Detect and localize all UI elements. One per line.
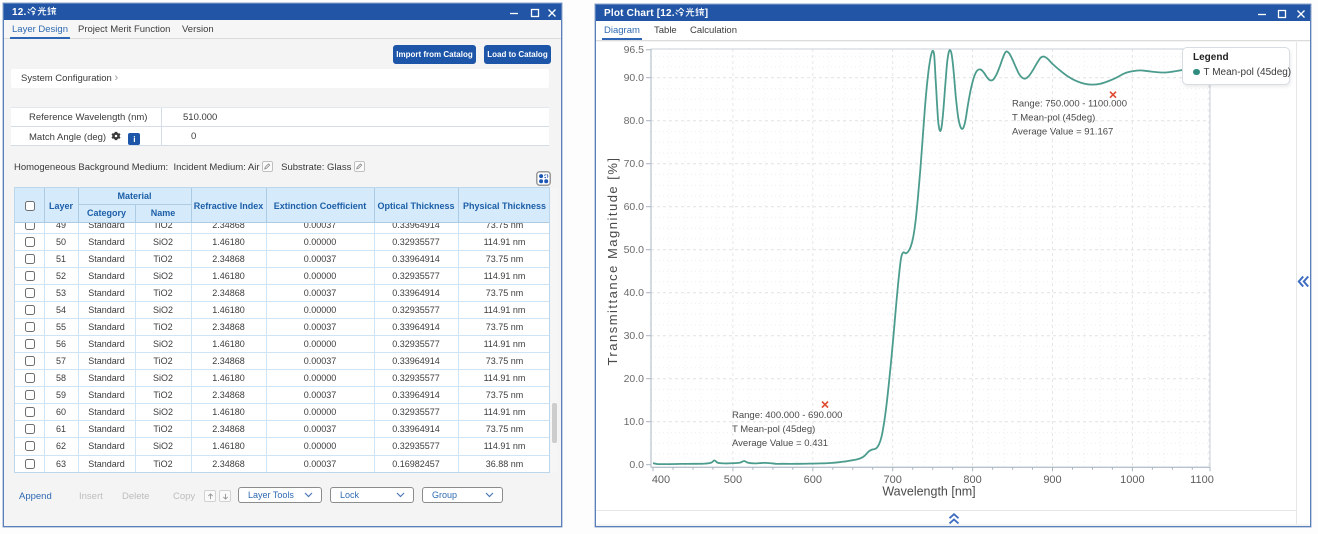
svg-text:T Mean-pol (45deg): T Mean-pol (45deg): [1012, 113, 1095, 124]
svg-text:Range: 400.000 - 690.000: Range: 400.000 - 690.000: [732, 410, 842, 421]
svg-text:Average Value = 0.431: Average Value = 0.431: [732, 438, 828, 449]
svg-text:Wavelength [nm]: Wavelength [nm]: [882, 485, 975, 499]
svg-text:96.5: 96.5: [624, 44, 645, 56]
svg-text:Range: 750.000 - 1100.000: Range: 750.000 - 1100.000: [1012, 99, 1127, 110]
svg-text:1100: 1100: [1190, 474, 1214, 486]
svg-text:Transmittance Magnitude [%]: Transmittance Magnitude [%]: [605, 156, 620, 365]
svg-text:900: 900: [1043, 474, 1061, 486]
svg-text:60.0: 60.0: [624, 201, 645, 213]
svg-text:70.0: 70.0: [624, 158, 645, 170]
svg-text:20.0: 20.0: [624, 373, 645, 385]
svg-text:0.0: 0.0: [629, 459, 644, 471]
svg-text:400: 400: [652, 474, 670, 486]
svg-text:10.0: 10.0: [624, 416, 645, 428]
svg-text:T Mean-pol (45deg): T Mean-pol (45deg): [732, 424, 815, 435]
svg-text:30.0: 30.0: [624, 330, 645, 342]
svg-text:40.0: 40.0: [624, 287, 645, 299]
svg-text:1000: 1000: [1120, 474, 1144, 486]
svg-text:600: 600: [804, 474, 822, 486]
svg-text:50.0: 50.0: [624, 244, 645, 256]
svg-text:Average Value = 91.167: Average Value = 91.167: [1012, 127, 1113, 138]
svg-text:90.0: 90.0: [624, 72, 645, 84]
svg-text:80.0: 80.0: [624, 115, 645, 127]
svg-text:500: 500: [724, 474, 742, 486]
